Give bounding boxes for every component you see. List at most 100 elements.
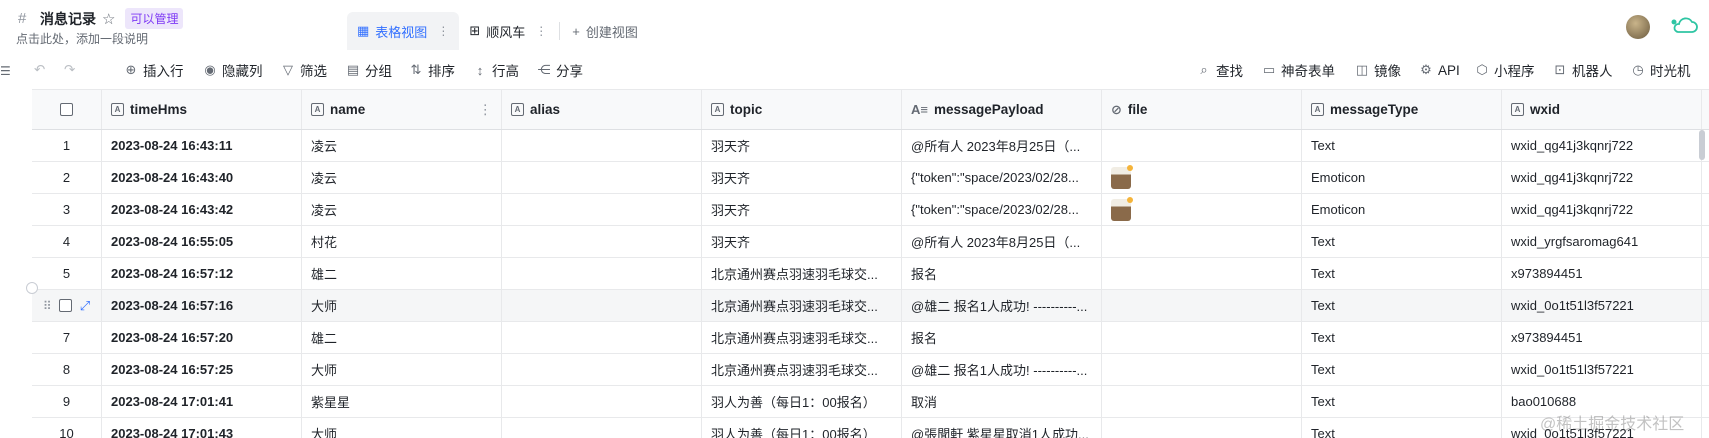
message-type-cell[interactable]: Text: [1302, 386, 1502, 417]
wxid-cell[interactable]: x973894451: [1502, 322, 1702, 353]
topic-cell[interactable]: 北京通州赛点羽速羽毛球交...: [702, 290, 902, 321]
time-cell[interactable]: 2023-08-24 16:43:40: [102, 162, 302, 193]
time-cell[interactable]: 2023-08-24 16:43:42: [102, 194, 302, 225]
table-row[interactable]: 8 2023-08-24 16:57:25 大师 北京通州赛点羽速羽毛球交... @雄二…: [32, 354, 1709, 386]
permission-badge[interactable]: 可以管理: [125, 8, 184, 29]
column-header[interactable]: Atopic: [702, 90, 902, 129]
filter-button[interactable]: ▽ 筛选: [281, 50, 327, 90]
column-header[interactable]: AtimeHms: [102, 90, 302, 129]
time-cell[interactable]: 2023-08-24 16:57:25: [102, 354, 302, 385]
alias-cell[interactable]: [502, 418, 702, 438]
expand-icon[interactable]: ⤢: [80, 298, 90, 314]
column-header[interactable]: Awxid: [1502, 90, 1702, 129]
alias-cell[interactable]: [502, 194, 702, 225]
sort-button[interactable]: ⇅ 排序: [409, 50, 455, 90]
time-cell[interactable]: 2023-08-24 17:01:43: [102, 418, 302, 438]
undo-button[interactable]: ↶: [34, 50, 45, 90]
payload-cell[interactable]: 取消: [902, 386, 1102, 417]
payload-cell[interactable]: @雄二 报名1人成功! ----------...: [902, 354, 1102, 385]
time-cell[interactable]: 2023-08-24 16:57:12: [102, 258, 302, 289]
file-cell[interactable]: [1102, 258, 1302, 289]
message-type-cell[interactable]: Text: [1302, 226, 1502, 257]
topic-cell[interactable]: 羽天齐: [702, 226, 902, 257]
time-cell[interactable]: 2023-08-24 16:57:20: [102, 322, 302, 353]
table-row[interactable]: 3 2023-08-24 16:43:42 凌云 羽天齐 {"token":"space…: [32, 194, 1709, 226]
payload-cell[interactable]: 报名: [902, 258, 1102, 289]
column-header[interactable]: A≡ messagePayload: [902, 90, 1102, 129]
file-cell[interactable]: [1102, 162, 1302, 193]
tab-gallery-view[interactable]: ⊞ 顺风车 ⋮: [459, 12, 557, 50]
table-row[interactable]: 9 2023-08-24 17:01:41 紫星星 羽人为善（每日1：00报名） 取消 T…: [32, 386, 1709, 418]
payload-cell[interactable]: @所有人 2023年8月25日（...: [902, 130, 1102, 161]
message-type-cell[interactable]: Text: [1302, 130, 1502, 161]
wxid-cell[interactable]: wxid_qg41j3kqnrj722: [1502, 162, 1702, 193]
mini-program-button[interactable]: ⬡ 小程序: [1475, 50, 1534, 90]
cloud-icon[interactable]: [1670, 14, 1698, 36]
share-button[interactable]: ⋲ 分享: [537, 50, 584, 90]
select-all-checkbox[interactable]: [60, 103, 73, 116]
message-type-cell[interactable]: Text: [1302, 322, 1502, 353]
time-cell[interactable]: 2023-08-24 16:43:11: [102, 130, 302, 161]
alias-cell[interactable]: [502, 226, 702, 257]
column-header[interactable]: ⊘ file: [1102, 90, 1302, 129]
hide-columns-button[interactable]: ◉ 隐藏列: [203, 50, 262, 90]
column-header[interactable]: Aalias: [502, 90, 702, 129]
alias-cell[interactable]: [502, 322, 702, 353]
topic-cell[interactable]: 北京通州赛点羽速羽毛球交...: [702, 258, 902, 289]
file-cell[interactable]: [1102, 290, 1302, 321]
time-cell[interactable]: 2023-08-24 17:01:41: [102, 386, 302, 417]
name-cell[interactable]: 紫星星: [302, 386, 502, 417]
payload-cell[interactable]: {"token":"space/2023/02/28...: [902, 162, 1102, 193]
avatar[interactable]: [1626, 15, 1650, 39]
name-cell[interactable]: 村花: [302, 226, 502, 257]
topic-cell[interactable]: 羽天齐: [702, 162, 902, 193]
message-type-cell[interactable]: Text: [1302, 290, 1502, 321]
table-row[interactable]: 10 2023-08-24 17:01:43 大师 羽人为善（每日1：00报名） @張聞…: [32, 418, 1709, 438]
page-title[interactable]: 消息记录: [40, 9, 96, 29]
message-type-cell[interactable]: Emoticon: [1302, 162, 1502, 193]
file-cell[interactable]: [1102, 322, 1302, 353]
topic-cell[interactable]: 北京通州赛点羽速羽毛球交...: [702, 322, 902, 353]
description[interactable]: 点击此处，添加一段说明: [16, 30, 148, 47]
table-row[interactable]: 4 2023-08-24 16:55:05 村花 羽天齐 @所有人 2023年8月25日…: [32, 226, 1709, 258]
row-height-button[interactable]: ↕ 行高: [473, 50, 519, 90]
name-cell[interactable]: 大师: [302, 354, 502, 385]
name-cell[interactable]: 雄二: [302, 322, 502, 353]
table-row[interactable]: ⠿ ⤢ 2023-08-24 16:57:16 大师 北京通州赛点羽速羽毛球交... @雄…: [32, 290, 1709, 322]
redo-button[interactable]: ↷: [64, 50, 75, 90]
name-cell[interactable]: 大师: [302, 290, 502, 321]
payload-cell[interactable]: 报名: [902, 322, 1102, 353]
row-checkbox[interactable]: [58, 299, 72, 312]
message-type-cell[interactable]: Emoticon: [1302, 194, 1502, 225]
wxid-cell[interactable]: wxid_qg41j3kqnrj722: [1502, 130, 1702, 161]
menu-icon[interactable]: ☰: [0, 64, 11, 78]
message-type-cell[interactable]: Text: [1302, 354, 1502, 385]
tab-grid-view[interactable]: ▦ 表格视图 ⋮: [347, 12, 460, 50]
alias-cell[interactable]: [502, 354, 702, 385]
file-cell[interactable]: [1102, 418, 1302, 438]
message-type-cell[interactable]: Text: [1302, 258, 1502, 289]
name-cell[interactable]: 雄二: [302, 258, 502, 289]
time-cell[interactable]: 2023-08-24 16:55:05: [102, 226, 302, 257]
table-row[interactable]: 5 2023-08-24 16:57:12 雄二 北京通州赛点羽速羽毛球交... 报名 T…: [32, 258, 1709, 290]
column-header[interactable]: AmessageType: [1302, 90, 1502, 129]
create-view-button[interactable]: + 创建视图: [562, 12, 648, 50]
alias-cell[interactable]: [502, 386, 702, 417]
star-icon[interactable]: ☆: [102, 10, 115, 28]
alias-cell[interactable]: [502, 130, 702, 161]
table-row[interactable]: 7 2023-08-24 16:57:20 雄二 北京通州赛点羽速羽毛球交... 报名 T…: [32, 322, 1709, 354]
alias-cell[interactable]: [502, 258, 702, 289]
wxid-cell[interactable]: x973894451: [1502, 258, 1702, 289]
payload-cell[interactable]: @雄二 报名1人成功! ----------...: [902, 290, 1102, 321]
wxid-cell[interactable]: wxid_0o1t51l3f57221: [1502, 290, 1702, 321]
message-type-cell[interactable]: Text: [1302, 418, 1502, 438]
mirror-button[interactable]: ◫ 镜像: [1355, 50, 1401, 90]
file-cell[interactable]: [1102, 130, 1302, 161]
column-header[interactable]: Aname ⋮: [302, 90, 502, 129]
alias-cell[interactable]: [502, 290, 702, 321]
name-cell[interactable]: 大师: [302, 418, 502, 438]
file-cell[interactable]: [1102, 354, 1302, 385]
name-cell[interactable]: 凌云: [302, 162, 502, 193]
file-cell[interactable]: [1102, 194, 1302, 225]
add-row-icon[interactable]: [26, 282, 38, 294]
